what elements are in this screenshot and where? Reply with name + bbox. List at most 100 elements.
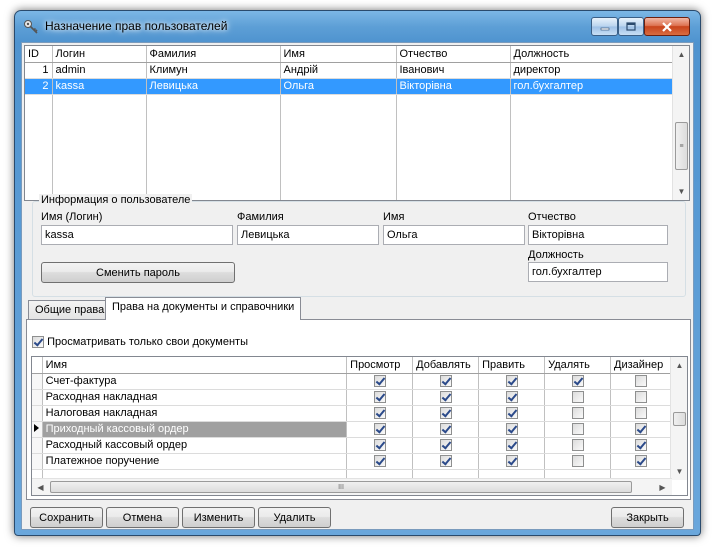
col-header-delete[interactable]: Удалять xyxy=(544,357,612,374)
maximize-button[interactable] xyxy=(618,17,644,36)
scroll-thumb[interactable]: III xyxy=(50,481,632,493)
cell-view xyxy=(346,421,414,438)
table-row[interactable]: 1 admin Климун Андрій Іванович директор xyxy=(25,62,676,79)
delete-checkbox[interactable] xyxy=(571,407,584,420)
delete-checkbox[interactable] xyxy=(571,375,584,388)
table-row-selected[interactable]: Приходный кассовый ордер xyxy=(32,421,672,438)
firstname-field[interactable]: Ольга xyxy=(383,225,525,245)
cell-lastname: Климун xyxy=(146,62,281,79)
cell-login: kassa xyxy=(52,78,147,95)
rights-horizontal-scrollbar[interactable]: ◀ III ▶ xyxy=(32,478,672,495)
cell-designer xyxy=(610,437,672,454)
add-checkbox[interactable] xyxy=(439,391,452,404)
scroll-up-arrow-icon[interactable]: ▲ xyxy=(673,46,689,63)
users-grid[interactable]: ID Логин Фамилия Имя Отчество Должность … xyxy=(24,45,690,201)
row-indicator xyxy=(32,437,43,454)
edit-checkbox[interactable] xyxy=(505,423,518,436)
table-row[interactable]: Расходный кассовый ордер xyxy=(32,437,672,454)
view-checkbox[interactable] xyxy=(373,407,386,420)
scroll-up-arrow-icon[interactable]: ▲ xyxy=(671,357,687,374)
tab-document-rights[interactable]: Права на документы и справочники xyxy=(105,297,302,320)
delete-checkbox[interactable] xyxy=(571,439,584,452)
view-checkbox[interactable] xyxy=(373,423,386,436)
window-client-area: ID Логин Фамилия Имя Отчество Должность … xyxy=(21,42,694,530)
edit-checkbox[interactable] xyxy=(505,391,518,404)
tab-general-rights[interactable]: Общие права xyxy=(28,300,112,320)
own-docs-checkbox[interactable] xyxy=(32,336,44,349)
col-header-lastname[interactable]: Фамилия xyxy=(146,46,281,63)
add-checkbox[interactable] xyxy=(439,375,452,388)
view-checkbox[interactable] xyxy=(373,375,386,388)
col-header-edit[interactable]: Править xyxy=(478,357,546,374)
edit-checkbox[interactable] xyxy=(505,455,518,468)
add-checkbox[interactable] xyxy=(439,423,452,436)
edit-checkbox[interactable] xyxy=(505,407,518,420)
table-row[interactable]: Налоговая накладная xyxy=(32,405,672,422)
table-row[interactable]: Платежное поручение xyxy=(32,453,672,470)
delete-button[interactable]: Удалить xyxy=(258,507,331,528)
view-checkbox[interactable] xyxy=(373,439,386,452)
scroll-down-arrow-icon[interactable]: ▼ xyxy=(673,183,689,200)
designer-checkbox[interactable] xyxy=(635,375,648,388)
designer-checkbox[interactable] xyxy=(635,407,648,420)
cell-edit xyxy=(478,373,546,390)
close-button[interactable]: Закрыть xyxy=(611,507,684,528)
cell-add xyxy=(412,389,480,406)
add-checkbox[interactable] xyxy=(439,455,452,468)
view-checkbox[interactable] xyxy=(373,391,386,404)
cell-delete xyxy=(544,405,612,422)
delete-checkbox[interactable] xyxy=(571,455,584,468)
delete-checkbox[interactable] xyxy=(571,391,584,404)
scroll-thumb[interactable]: ≡ xyxy=(675,122,688,170)
rights-grid[interactable]: Имя Просмотр Добавлять Править Удалять Д… xyxy=(31,356,688,496)
scroll-down-arrow-icon[interactable]: ▼ xyxy=(671,463,687,480)
col-header-designer[interactable]: Дизайнер xyxy=(610,357,672,374)
col-header-login[interactable]: Логин xyxy=(52,46,147,63)
designer-checkbox[interactable] xyxy=(635,439,648,452)
scroll-right-arrow-icon[interactable]: ▶ xyxy=(654,479,671,495)
lastname-field[interactable]: Левицька xyxy=(237,225,379,245)
designer-checkbox[interactable] xyxy=(635,455,648,468)
save-button[interactable]: Сохранить xyxy=(30,507,103,528)
view-checkbox[interactable] xyxy=(373,455,386,468)
col-header-name[interactable]: Имя xyxy=(42,357,348,374)
rights-vertical-scrollbar[interactable]: ▲ ▼ xyxy=(670,357,687,480)
col-header-id[interactable]: ID xyxy=(25,46,53,63)
users-vertical-scrollbar[interactable]: ▲ ≡ ▼ xyxy=(672,46,689,200)
add-checkbox[interactable] xyxy=(439,407,452,420)
cell-view xyxy=(346,453,414,470)
login-field[interactable]: kassa xyxy=(41,225,233,245)
col-header-view[interactable]: Просмотр xyxy=(346,357,414,374)
cell-document-name: Расходная накладная xyxy=(42,389,348,406)
edit-button[interactable]: Изменить xyxy=(182,507,255,528)
scroll-thumb[interactable] xyxy=(673,412,686,426)
add-checkbox[interactable] xyxy=(439,439,452,452)
edit-checkbox[interactable] xyxy=(505,375,518,388)
cell-lastname: Левицька xyxy=(146,78,281,95)
edit-checkbox[interactable] xyxy=(505,439,518,452)
col-header-middlename[interactable]: Отчество xyxy=(396,46,511,63)
scroll-left-arrow-icon[interactable]: ◀ xyxy=(32,479,49,495)
delete-checkbox[interactable] xyxy=(571,423,584,436)
col-header-firstname[interactable]: Имя xyxy=(280,46,397,63)
designer-checkbox[interactable] xyxy=(635,423,648,436)
middlename-field[interactable]: Вікторівна xyxy=(528,225,668,245)
cancel-button[interactable]: Отмена xyxy=(106,507,179,528)
change-password-button[interactable]: Сменить пароль xyxy=(41,262,235,283)
own-docs-checkbox-row[interactable]: Просматривать только свои документы xyxy=(32,336,248,349)
table-row[interactable]: Расходная накладная xyxy=(32,389,672,406)
cell-middlename: Іванович xyxy=(396,62,511,79)
col-header-add[interactable]: Добавлять xyxy=(412,357,480,374)
col-header-position[interactable]: Должность xyxy=(510,46,676,63)
title-bar[interactable]: Назначение прав пользователей xyxy=(15,11,700,41)
minimize-button[interactable] xyxy=(591,17,618,36)
table-row-selected[interactable]: 2 kassa Левицька Ольга Вікторівна гол.бу… xyxy=(25,78,676,95)
position-field[interactable]: гол.бухгалтер xyxy=(528,262,668,282)
cell-edit xyxy=(478,421,546,438)
close-window-button[interactable] xyxy=(644,17,690,36)
cell-delete xyxy=(544,421,612,438)
login-label: Имя (Логин) xyxy=(41,211,103,223)
designer-checkbox[interactable] xyxy=(635,391,648,404)
table-row[interactable]: Счет-фактура xyxy=(32,373,672,390)
lastname-label: Фамилия xyxy=(237,211,284,223)
